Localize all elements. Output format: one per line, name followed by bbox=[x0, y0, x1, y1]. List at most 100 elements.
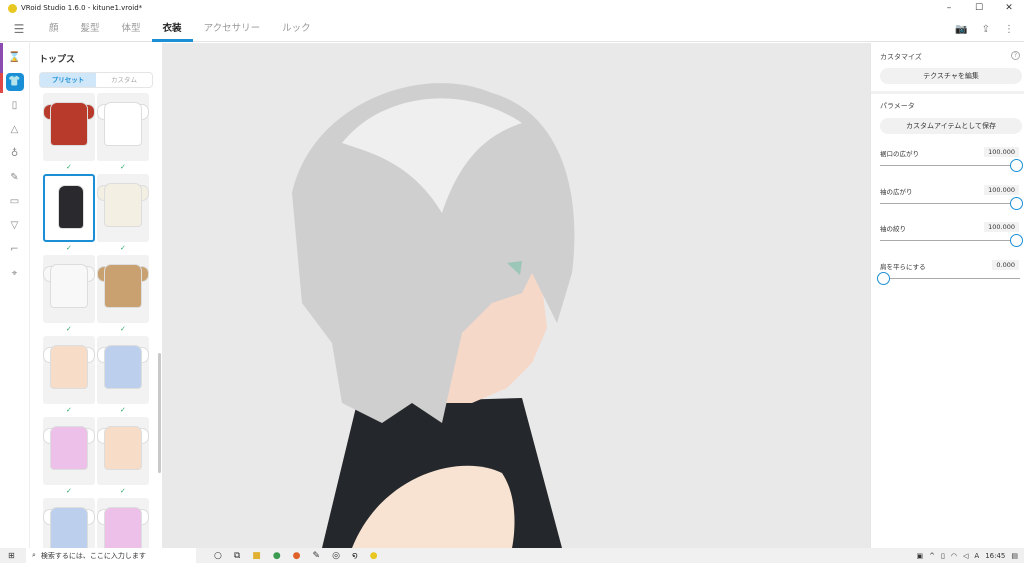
cortana-icon[interactable]: ○ bbox=[214, 551, 222, 561]
customize-heading: カスタマイズ bbox=[880, 53, 922, 61]
outfit-item[interactable]: ✓ bbox=[43, 174, 95, 255]
tops-icon[interactable]: 👕 bbox=[5, 73, 24, 91]
hamburger-menu-icon[interactable]: ☰ bbox=[0, 22, 38, 36]
outfit-item[interactable]: ✓ bbox=[97, 498, 149, 548]
title-bar: VRoid Studio 1.6.0 - kitune1.vroid* – ☐ … bbox=[0, 0, 1024, 16]
brush-icon[interactable]: ✎ bbox=[6, 169, 24, 187]
outfit-thumbnail[interactable] bbox=[43, 336, 95, 404]
tab-hair[interactable]: 髪型 bbox=[70, 16, 111, 42]
category-rail: ⌛ 👕 ▯ △ ♁ ✎ ▭ ▽ ⌐ ⌖ bbox=[0, 43, 30, 548]
slider-handle[interactable] bbox=[1010, 159, 1023, 172]
close-button[interactable]: ✕ bbox=[994, 0, 1024, 16]
owned-check-icon: ✓ bbox=[66, 244, 72, 252]
tie-icon[interactable]: ♁ bbox=[6, 145, 24, 163]
clock[interactable]: 16:45 bbox=[985, 552, 1005, 560]
slider-label: 袖の絞り bbox=[880, 225, 906, 233]
outfit-item[interactable]: ✓ bbox=[97, 255, 149, 336]
export-icon[interactable]: ⇪ bbox=[982, 24, 990, 35]
outfit-thumbnail[interactable] bbox=[43, 93, 95, 161]
custom-tab[interactable]: カスタム bbox=[96, 73, 152, 87]
slider-track[interactable] bbox=[880, 202, 1020, 204]
wifi-icon[interactable]: ◠ bbox=[951, 552, 957, 560]
owned-check-icon: ✓ bbox=[66, 325, 72, 333]
windows-start-icon[interactable]: ⊞ bbox=[8, 551, 15, 560]
tab-face[interactable]: 顔 bbox=[38, 16, 70, 42]
outfit-item[interactable]: ✓ bbox=[97, 417, 149, 498]
help-icon[interactable]: ? bbox=[1011, 51, 1020, 60]
tab-body[interactable]: 体型 bbox=[111, 16, 152, 42]
search-icon: ⌕ bbox=[32, 551, 36, 559]
owned-check-icon: ✓ bbox=[66, 406, 72, 414]
outfit-thumbnail[interactable] bbox=[97, 417, 149, 485]
owned-check-icon: ✓ bbox=[120, 406, 126, 414]
shirt-shape bbox=[51, 265, 87, 307]
slider-value[interactable]: 100.000 bbox=[984, 222, 1019, 232]
firefox-icon[interactable]: ● bbox=[293, 551, 301, 561]
taskbar: ⊞ ⌕ 検索するには、ここに入力します ○ ⧉ ■ ● ● ✎ ◎ ໑ ● ▣ … bbox=[0, 548, 1024, 563]
bottoms-icon[interactable]: ▯ bbox=[6, 97, 24, 115]
edit-texture-button[interactable]: テクスチャを編集 bbox=[880, 68, 1022, 84]
maximize-button[interactable]: ☐ bbox=[964, 0, 994, 16]
save-custom-item-button[interactable]: カスタムアイテムとして保存 bbox=[880, 118, 1022, 134]
preset-tab[interactable]: プリセット bbox=[40, 73, 96, 87]
outfit-thumbnail[interactable] bbox=[43, 174, 95, 242]
outfit-thumbnail[interactable] bbox=[97, 93, 149, 161]
volume-icon[interactable]: ◁ bbox=[963, 552, 968, 560]
outfit-thumbnail[interactable] bbox=[43, 255, 95, 323]
app-icon[interactable]: ◎ bbox=[332, 551, 340, 561]
outfit-thumbnail[interactable] bbox=[97, 174, 149, 242]
outfit-thumbnail[interactable] bbox=[97, 498, 149, 548]
slider-value[interactable]: 0.000 bbox=[992, 259, 1019, 270]
outfit-item[interactable]: ✓ bbox=[43, 255, 95, 336]
divider bbox=[871, 91, 1024, 94]
outfit-item[interactable]: ✓ bbox=[43, 93, 95, 174]
taskbar-search[interactable]: ⌕ 検索するには、ここに入力します bbox=[26, 548, 196, 563]
underwear-icon[interactable]: ▽ bbox=[6, 217, 24, 235]
camera-icon[interactable]: 📷 bbox=[955, 24, 967, 35]
chevron-up-icon[interactable]: ^ bbox=[929, 552, 935, 560]
outfit-item[interactable]: ✓ bbox=[97, 174, 149, 255]
outfit-item[interactable]: ✓ bbox=[43, 417, 95, 498]
shirt-shape bbox=[51, 346, 87, 388]
slider-handle[interactable] bbox=[1010, 234, 1023, 247]
ime-indicator[interactable]: A bbox=[974, 552, 979, 560]
outfit-item[interactable]: ✓ bbox=[97, 336, 149, 417]
tab-accessory[interactable]: アクセサリー bbox=[193, 16, 272, 42]
slider-value[interactable]: 100.000 bbox=[984, 147, 1019, 157]
vroid-taskbar-icon[interactable]: ● bbox=[370, 551, 378, 561]
outfit-item[interactable]: ✓ bbox=[43, 336, 95, 417]
outfit-thumbnail[interactable] bbox=[97, 255, 149, 323]
3d-viewport[interactable] bbox=[162, 43, 870, 548]
slider-track[interactable] bbox=[880, 165, 1020, 166]
outfit-thumbnail[interactable] bbox=[97, 336, 149, 404]
outfit-item[interactable]: ✓ bbox=[43, 498, 95, 548]
outfit-thumbnail[interactable] bbox=[43, 417, 95, 485]
outfit-thumbnail[interactable] bbox=[43, 498, 95, 548]
app2-icon[interactable]: ໑ bbox=[352, 551, 358, 561]
slider-track[interactable] bbox=[880, 277, 1020, 279]
panel-scrollbar[interactable] bbox=[158, 353, 161, 473]
shoes-icon[interactable]: ⌐ bbox=[6, 241, 24, 259]
outfit-item[interactable]: ✓ bbox=[97, 93, 149, 174]
tab-outfit[interactable]: 衣装 bbox=[151, 16, 193, 42]
slider-handle[interactable] bbox=[877, 271, 890, 285]
battery-icon[interactable]: ▯ bbox=[941, 552, 945, 560]
task-view-icon[interactable]: ⧉ bbox=[234, 551, 240, 561]
main-tabs: ☰ 顔 髪型 体型 衣装 アクセサリー ルック 📷 ⇪ ⋮ bbox=[0, 16, 1024, 42]
file-explorer-icon[interactable]: ■ bbox=[252, 551, 261, 561]
accessory-icon[interactable]: ⌖ bbox=[6, 265, 24, 283]
tray-app-icon[interactable]: ▣ bbox=[917, 552, 924, 560]
dress-icon[interactable]: △ bbox=[6, 121, 24, 139]
tab-look[interactable]: ルック bbox=[271, 16, 322, 42]
socks-icon[interactable]: ▭ bbox=[6, 193, 24, 211]
preset-custom-toggle: プリセット カスタム bbox=[39, 72, 153, 88]
onepiece-icon[interactable]: ⌛ bbox=[6, 49, 24, 67]
minimize-button[interactable]: – bbox=[934, 0, 964, 16]
slider-handle[interactable] bbox=[1010, 196, 1023, 210]
slider-track[interactable] bbox=[880, 240, 1020, 241]
chrome-icon[interactable]: ● bbox=[273, 551, 281, 561]
slider-value[interactable]: 100.000 bbox=[984, 184, 1019, 195]
paint-icon[interactable]: ✎ bbox=[313, 551, 321, 561]
notification-icon[interactable]: ▤ bbox=[1011, 552, 1018, 560]
more-icon[interactable]: ⋮ bbox=[1004, 24, 1014, 35]
